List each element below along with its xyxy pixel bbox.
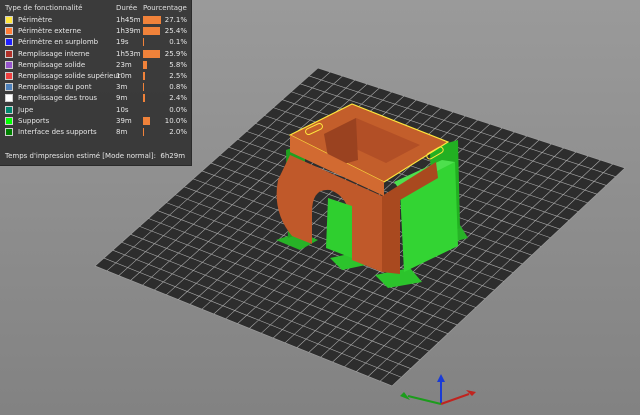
feature-percent: 25.9% [164,49,187,58]
percent-bar [143,49,160,58]
percent-bar [143,83,144,92]
estimate-label: Temps d'impression estimé [Mode normal]: [5,152,156,160]
legend-row[interactable]: Jupe 10s 0.0% [0,105,191,116]
legend-row[interactable]: Supports 39m 10.0% [0,116,191,127]
legend-row[interactable]: Remplissage solide supérieur 10m 2.5% [0,71,191,82]
percent-bar [143,72,145,80]
feature-duration: 3m [116,83,128,92]
legend-header-percent: Pourcentage [143,4,187,12]
percent-bar [143,60,147,69]
color-swatch [5,83,13,92]
feature-percent: 0.0% [169,105,187,114]
feature-duration: 1h53m [116,49,141,58]
feature-name: Remplissage du pont [18,83,92,92]
legend-row[interactable]: Remplissage solide 23m 5.8% [0,60,191,71]
color-swatch [5,105,13,114]
legend-header-duration: Durée [116,4,138,12]
feature-percent: 25.4% [164,27,187,36]
feature-percent: 27.1% [164,16,187,24]
color-swatch [5,94,13,103]
color-swatch [5,116,13,125]
feature-percent: 2.0% [169,128,187,136]
feature-duration: 23m [116,60,132,69]
feature-name: Remplissage solide supérieur [18,72,121,80]
color-swatch [5,128,13,136]
feature-duration: 9m [116,94,128,103]
legend-row[interactable]: Périmètre en surplomb 19s 0.1% [0,37,191,48]
feature-percent: 10.0% [164,116,187,125]
feature-type-legend: Type de fonctionnalité Durée Pourcentage… [0,0,192,166]
feature-percent: 0.1% [169,38,187,47]
feature-name: Périmètre [18,16,53,24]
percent-bar [143,94,145,103]
feature-percent: 2.4% [169,94,187,103]
legend-header-type: Type de fonctionnalité [5,4,83,12]
color-swatch [5,16,13,24]
feature-name: Jupe [18,105,34,114]
feature-percent: 2.5% [169,72,187,80]
legend-row[interactable]: Remplissage du pont 3m 0.8% [0,82,191,93]
color-swatch [5,49,13,58]
feature-name: Remplissage des trous [18,94,98,103]
feature-name: Remplissage solide [18,60,86,69]
support-arch [326,198,352,258]
legend-row[interactable]: Interface des supports 8m 2.0% [0,127,191,138]
percent-bar [143,116,150,125]
percent-bar [143,128,144,136]
feature-duration: 1h39m [116,27,141,36]
feature-duration: 19s [116,38,129,47]
feature-duration: 39m [116,116,132,125]
estimate-value: 6h29m [160,152,186,160]
feature-name: Supports [18,116,50,125]
feature-name: Remplissage interne [18,49,90,58]
legend-row[interactable]: Remplissage des trous 9m 2.4% [0,93,191,104]
legend-row[interactable]: Remplissage interne 1h53m 25.9% [0,49,191,60]
feature-name: Périmètre externe [18,27,82,36]
feature-duration: 10s [116,105,129,114]
color-swatch [5,60,13,69]
feature-name: Périmètre en surplomb [18,38,99,47]
feature-name: Interface des supports [18,128,97,136]
legend-row[interactable]: Périmètre 1h45m 27.1% [0,15,191,26]
print-time-estimate: Temps d'impression estimé [Mode normal]:… [5,151,185,161]
percent-bar [143,16,161,24]
feature-percent: 5.8% [169,60,187,69]
legend-row[interactable]: Périmètre externe 1h39m 25.4% [0,26,191,37]
feature-duration: 8m [116,128,128,136]
percent-bar [143,38,144,47]
feature-percent: 0.8% [169,83,187,92]
percent-bar [143,27,160,36]
color-swatch [5,72,13,80]
color-swatch [5,38,13,47]
color-swatch [5,27,13,36]
feature-duration: 1h45m [116,16,141,24]
feature-duration: 10m [116,72,132,80]
